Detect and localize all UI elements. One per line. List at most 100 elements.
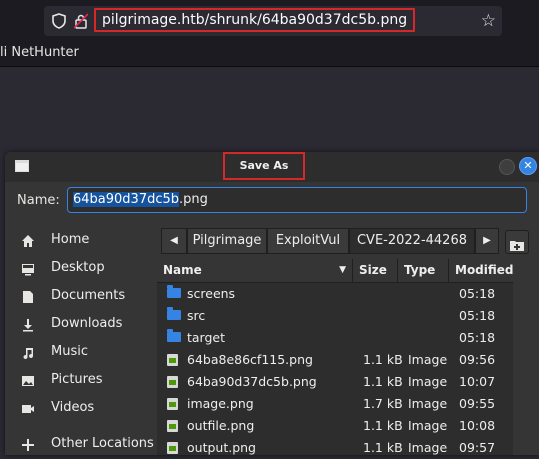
- file-name: 64ba8e86cf115.png: [187, 352, 313, 367]
- url-text[interactable]: pilgrimage.htb/shrunk/64ba90d37dc5b.png: [94, 8, 416, 32]
- column-header-size[interactable]: Size: [353, 259, 398, 282]
- file-modified: 09:55: [459, 396, 496, 411]
- sidebar-item-label: Desktop: [51, 260, 105, 275]
- desktop-icon: [21, 261, 35, 276]
- filename-extension: .png: [179, 192, 208, 207]
- minimize-button[interactable]: [499, 159, 515, 175]
- sidebar-item-music[interactable]: Music: [5, 338, 155, 366]
- file-type: Image: [408, 374, 448, 389]
- sort-descending-icon: ▼: [339, 265, 346, 275]
- file-size: 1.1 kB: [363, 418, 403, 433]
- sidebar-item-other-locations[interactable]: Other Locations: [5, 430, 155, 458]
- dialog-titlebar[interactable]: Save As ✕: [5, 152, 539, 182]
- home-icon: [21, 233, 35, 247]
- file-list-edge: [513, 259, 539, 455]
- file-name: src: [187, 308, 206, 323]
- column-header-type[interactable]: Type: [398, 259, 449, 282]
- new-folder-icon: [510, 236, 524, 255]
- sidebar-item-label: Videos: [51, 400, 95, 415]
- file-modified: 05:18: [459, 308, 496, 323]
- file-type: Image: [408, 396, 448, 411]
- image-file-icon: [167, 442, 178, 454]
- window-icon: [15, 160, 29, 172]
- file-size: 1.1 kB: [363, 440, 403, 455]
- file-name: 64ba90d37dc5b.png: [187, 374, 317, 389]
- shield-icon[interactable]: [52, 13, 66, 33]
- file-modified: 09:56: [459, 352, 496, 367]
- breadcrumb-pilgrimage[interactable]: Pilgrimage: [187, 228, 267, 254]
- filename-input[interactable]: 64ba90d37dc5b.png: [67, 187, 527, 213]
- pictures-icon: [21, 373, 35, 387]
- file-type: Image: [408, 440, 448, 455]
- path-scroll-left-button[interactable]: ◀: [161, 228, 187, 254]
- file-modified: 10:07: [459, 374, 496, 389]
- file-row[interactable]: 64ba90d37dc5b.png 1.1 kB Image 10:07: [157, 371, 513, 393]
- bookmark-nethunter[interactable]: li NetHunter: [0, 45, 79, 60]
- image-file-icon: [167, 420, 178, 432]
- sidebar-item-label: Pictures: [51, 372, 103, 387]
- file-name: outfile.png: [187, 418, 255, 433]
- url-bar[interactable]: pilgrimage.htb/shrunk/64ba90d37dc5b.png …: [44, 6, 502, 36]
- path-scroll-right-button[interactable]: ▶: [475, 228, 499, 254]
- sidebar-item-label: Music: [51, 344, 88, 359]
- sidebar-item-label: Downloads: [51, 316, 123, 331]
- close-button[interactable]: ✕: [519, 157, 537, 175]
- documents-icon: [21, 289, 35, 303]
- sidebar-item-label: Documents: [51, 288, 126, 303]
- column-header-name-label: Name: [163, 263, 202, 277]
- places-sidebar: Home Desktop Documents Downloads Music P…: [5, 224, 155, 455]
- file-name: target: [187, 330, 226, 345]
- image-file-icon: [167, 354, 178, 366]
- file-row[interactable]: output.png 1.1 kB Image 09:57: [157, 437, 513, 459]
- plus-icon: [21, 437, 35, 451]
- file-name: output.png: [187, 440, 256, 455]
- file-modified: 05:18: [459, 286, 496, 301]
- browser-toolbar: pilgrimage.htb/shrunk/64ba90d37dc5b.png …: [0, 0, 539, 40]
- dialog-title: Save As: [223, 152, 305, 180]
- file-type: Image: [408, 418, 448, 433]
- new-folder-button[interactable]: [505, 230, 529, 254]
- folder-icon: [167, 307, 181, 320]
- folder-icon: [167, 329, 181, 342]
- sidebar-item-pictures[interactable]: Pictures: [5, 366, 155, 394]
- file-row[interactable]: 64ba8e86cf115.png 1.1 kB Image 09:56: [157, 349, 513, 371]
- bookmark-star-icon[interactable]: ☆: [481, 11, 496, 31]
- insecure-lock-icon[interactable]: [73, 13, 89, 33]
- file-modified: 09:57: [459, 440, 496, 455]
- file-row[interactable]: target 05:18: [157, 327, 513, 349]
- sidebar-item-label: Other Locations: [51, 436, 154, 451]
- file-type: Image: [408, 352, 448, 367]
- sidebar-item-documents[interactable]: Documents: [5, 282, 155, 310]
- column-header-modified[interactable]: Modified: [449, 259, 514, 282]
- breadcrumb-exploitvul[interactable]: ExploitVul: [267, 228, 349, 254]
- file-row[interactable]: image.png 1.7 kB Image 09:55: [157, 393, 513, 415]
- sidebar-item-videos[interactable]: Videos: [5, 394, 155, 422]
- file-name: image.png: [187, 396, 254, 411]
- filename-selected-text: 64ba90d37dc5b: [73, 192, 180, 207]
- breadcrumb-cve-2022-44268[interactable]: CVE-2022-44268: [349, 228, 475, 254]
- file-list: Name ▼ Size Type Modified screens 05:18 …: [157, 259, 514, 455]
- image-file-icon: [167, 398, 178, 410]
- file-name: screens: [187, 286, 236, 301]
- file-row[interactable]: screens 05:18: [157, 283, 513, 305]
- sidebar-item-downloads[interactable]: Downloads: [5, 310, 155, 338]
- bookmarks-bar: li NetHunter: [0, 40, 539, 67]
- file-list-header: Name ▼ Size Type Modified: [157, 259, 514, 283]
- file-modified: 05:18: [459, 330, 496, 345]
- file-size: 1.7 kB: [363, 396, 403, 411]
- file-size: 1.1 kB: [363, 352, 403, 367]
- file-row[interactable]: outfile.png 1.1 kB Image 10:08: [157, 415, 513, 437]
- music-icon: [21, 345, 35, 360]
- file-row[interactable]: src 05:18: [157, 305, 513, 327]
- name-label: Name:: [17, 193, 60, 208]
- videos-icon: [21, 401, 35, 415]
- image-file-icon: [167, 376, 178, 388]
- save-as-dialog: Save As ✕ Name: 64ba90d37dc5b.png Home D…: [5, 152, 539, 455]
- sidebar-item-label: Home: [51, 232, 90, 247]
- column-header-name[interactable]: Name ▼: [157, 259, 353, 282]
- sidebar-item-home[interactable]: Home: [5, 226, 155, 254]
- file-modified: 10:08: [459, 418, 496, 433]
- folder-icon: [167, 285, 181, 298]
- file-size: 1.1 kB: [363, 374, 403, 389]
- sidebar-item-desktop[interactable]: Desktop: [5, 254, 155, 282]
